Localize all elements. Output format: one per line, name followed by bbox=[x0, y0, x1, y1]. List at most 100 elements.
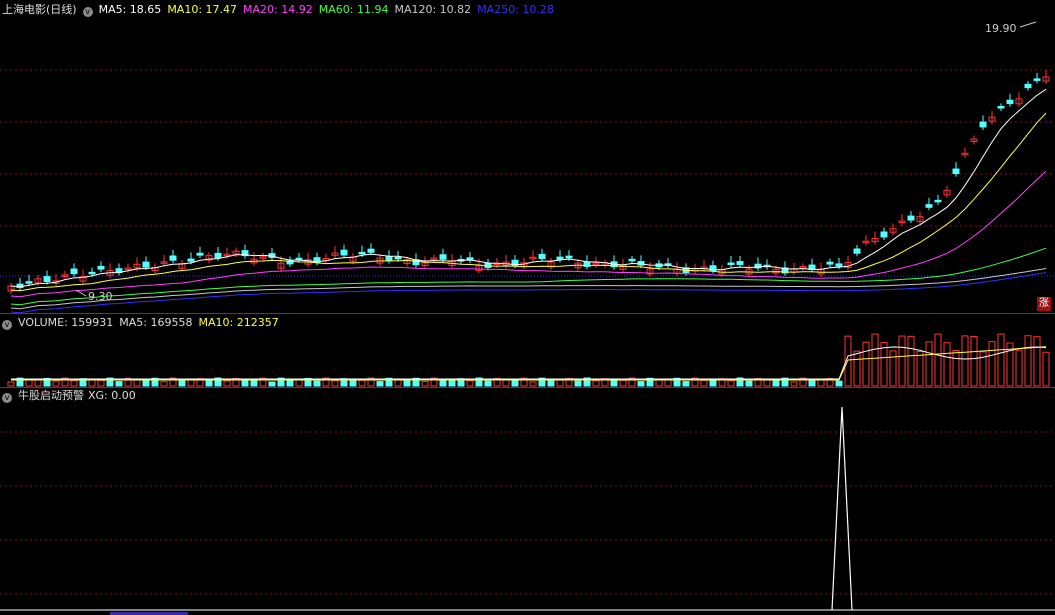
volume-bar bbox=[862, 341, 870, 387]
indicator-panel[interactable]: v 牛股启动预警 XG: 0.00 bbox=[0, 389, 1055, 615]
price-header: 上海电影(日线) v MA5: 18.65 MA10: 17.47 MA20: 14.9… bbox=[2, 3, 560, 17]
candle-body bbox=[385, 256, 393, 261]
volume-bar bbox=[835, 380, 843, 387]
candle-body bbox=[952, 168, 960, 175]
candle-body bbox=[187, 258, 195, 262]
volume-bar bbox=[439, 379, 447, 387]
high-price-label: 19.90 bbox=[985, 22, 1017, 35]
moving-average-line bbox=[10, 170, 1047, 298]
moving-average-line bbox=[10, 268, 1047, 310]
xg-label: XG: 0.00 bbox=[88, 389, 136, 402]
indicator-chart[interactable] bbox=[0, 389, 1055, 615]
volume-bar bbox=[484, 380, 492, 387]
volume-bar bbox=[7, 381, 15, 387]
volume-toggle-icon[interactable]: v bbox=[2, 320, 12, 330]
stock-title: 上海电影(日线) bbox=[2, 3, 77, 16]
candle-body bbox=[835, 263, 843, 267]
candle-body bbox=[394, 256, 402, 260]
volume-bar bbox=[376, 381, 384, 387]
volume-bar bbox=[286, 379, 294, 387]
moving-average-line bbox=[10, 272, 1047, 313]
low-price-label: 9.30 bbox=[88, 290, 113, 303]
volume-bar bbox=[727, 380, 735, 387]
moving-average-line bbox=[10, 112, 1047, 292]
volume-bar bbox=[772, 379, 780, 387]
volume-ma10-label: MA10: 212357 bbox=[198, 316, 279, 329]
candle-body bbox=[70, 268, 78, 275]
candle-body bbox=[556, 256, 564, 261]
volume-panel[interactable]: v VOLUME: 159931 MA5: 169558 MA10: 212357 bbox=[0, 315, 1055, 387]
volume-bar bbox=[178, 379, 186, 387]
volume-bar bbox=[1015, 349, 1023, 387]
candle-body bbox=[565, 255, 573, 259]
volume-bar bbox=[115, 381, 123, 387]
volume-bar bbox=[97, 379, 105, 387]
candle-body bbox=[1006, 99, 1014, 105]
candle-body bbox=[439, 254, 447, 260]
volume-bar bbox=[700, 379, 708, 387]
candle-body bbox=[826, 261, 834, 265]
volume-bar bbox=[952, 350, 960, 387]
volume-bar bbox=[1042, 351, 1050, 387]
volume-bar bbox=[871, 333, 879, 387]
volume-bar bbox=[394, 379, 402, 387]
volume-header: v VOLUME: 159931 MA5: 169558 MA10: 212357 bbox=[2, 316, 285, 330]
candle-body bbox=[925, 204, 933, 208]
volume-bar bbox=[655, 379, 663, 387]
candle-body bbox=[169, 255, 177, 261]
candle-body bbox=[979, 121, 987, 128]
volume-bar bbox=[988, 341, 996, 387]
candle-body bbox=[142, 261, 150, 268]
volume-bar bbox=[916, 350, 924, 387]
volume-bar bbox=[682, 381, 690, 387]
candle-body bbox=[736, 261, 744, 265]
candlestick-chart[interactable]: 19.90 9.30 bbox=[0, 0, 1055, 313]
ma250-label: MA250: 10.28 bbox=[477, 3, 554, 16]
candle-body bbox=[628, 258, 636, 262]
ma60-label: MA60: 11.94 bbox=[318, 3, 389, 16]
volume-bar bbox=[907, 335, 915, 387]
candle-body bbox=[538, 253, 546, 259]
volume-bar bbox=[619, 379, 627, 387]
volume-ma10-line bbox=[11, 346, 1047, 381]
candle-body bbox=[727, 262, 735, 266]
volume-bar bbox=[547, 379, 555, 387]
candle-body bbox=[853, 248, 861, 254]
limit-up-badge: 涨 bbox=[1037, 297, 1051, 311]
volume-bar bbox=[511, 379, 519, 387]
price-chart-panel[interactable]: 19.90 9.30 上海电影(日线) v MA5: 18.65 MA10: 17.47… bbox=[0, 0, 1055, 313]
candle-body bbox=[88, 271, 96, 275]
volume-ma5-label: MA5: 169558 bbox=[119, 316, 193, 329]
candle-body bbox=[295, 257, 303, 261]
volume-ma5-line bbox=[11, 346, 1047, 380]
volume-bar bbox=[205, 380, 213, 387]
candle-body bbox=[358, 251, 366, 255]
indicator-title: 牛股启动预警 bbox=[18, 389, 84, 402]
candle-body bbox=[43, 276, 51, 282]
indicator-toggle-icon[interactable]: v bbox=[2, 393, 12, 403]
low-price-pointer bbox=[75, 289, 87, 297]
ma20-label: MA20: 14.92 bbox=[243, 3, 313, 16]
candle-body bbox=[214, 252, 222, 259]
volume-bar bbox=[70, 380, 78, 387]
ma5-label: MA5: 18.65 bbox=[98, 3, 162, 16]
volume-bar bbox=[574, 380, 582, 387]
volume-bar bbox=[997, 333, 1005, 387]
volume-bar bbox=[313, 380, 321, 387]
volume-bar bbox=[637, 381, 645, 387]
candle-body bbox=[997, 106, 1005, 109]
volume-bar bbox=[403, 379, 411, 387]
moving-average-line bbox=[10, 88, 1047, 288]
volume-bar bbox=[970, 336, 978, 387]
volume-bar bbox=[898, 335, 906, 387]
ma120-label: MA120: 10.82 bbox=[394, 3, 472, 16]
volume-bar bbox=[1033, 336, 1041, 387]
candle-body bbox=[367, 248, 375, 253]
candle-body bbox=[196, 252, 204, 256]
candle-body bbox=[880, 231, 888, 238]
candle-body bbox=[934, 199, 942, 203]
volume-bar bbox=[943, 342, 951, 387]
volume-bar bbox=[790, 381, 798, 387]
settings-toggle-icon[interactable]: v bbox=[82, 7, 93, 17]
volume-bar bbox=[889, 350, 897, 387]
